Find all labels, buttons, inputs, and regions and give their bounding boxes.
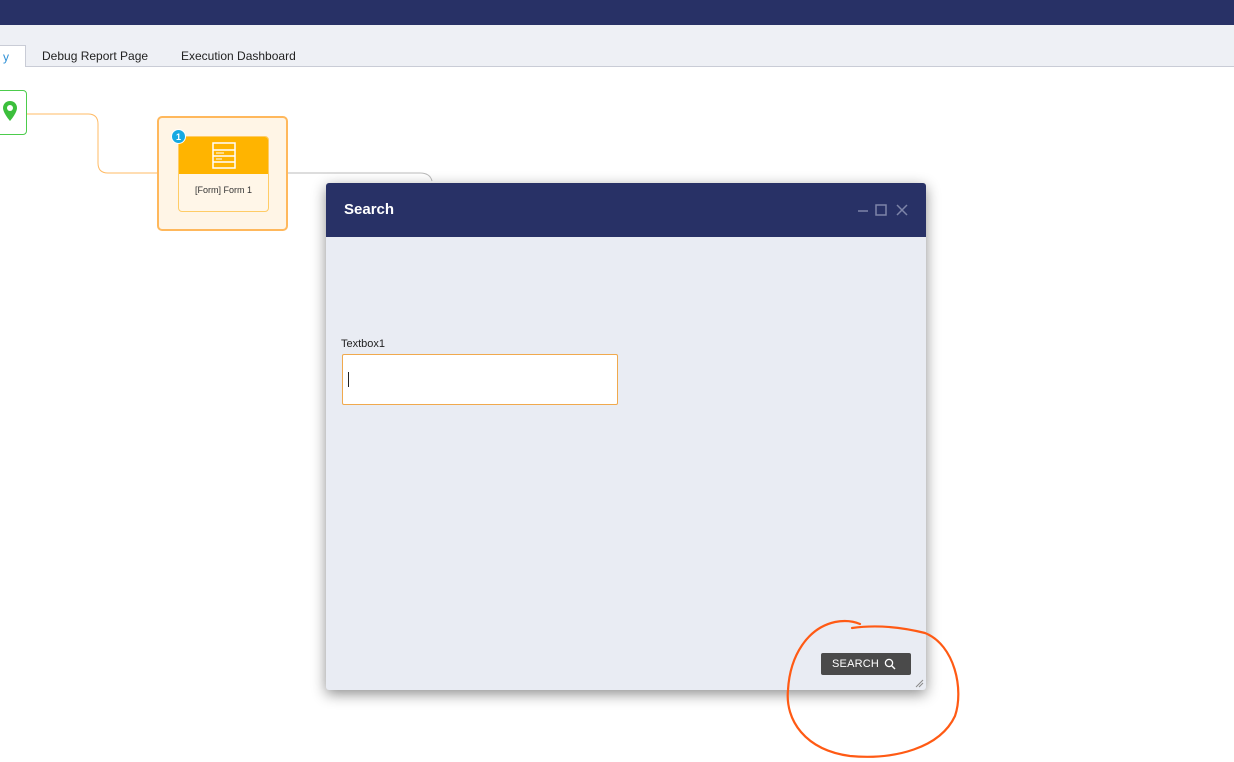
form-icon — [212, 142, 236, 169]
search-icon — [884, 658, 896, 670]
tab-debug-report-page[interactable]: Debug Report Page — [36, 45, 154, 67]
top-header-bar — [0, 0, 1234, 25]
tab-execution-dashboard[interactable]: Execution Dashboard — [175, 45, 302, 67]
resize-grip-icon[interactable] — [914, 678, 924, 688]
close-icon[interactable] — [895, 203, 909, 217]
search-button[interactable]: SEARCH — [821, 653, 911, 675]
app-root: y Debug Report Page Execution Dashboard — [0, 0, 1234, 762]
search-dialog: Search Textbox1 SEARCH — [326, 183, 926, 690]
dialog-title: Search — [344, 201, 395, 218]
textbox1-label: Textbox1 — [341, 338, 386, 350]
form-step-label: [Form] Form 1 — [194, 185, 252, 195]
search-button-label: SEARCH — [832, 658, 880, 670]
connector-start-to-form — [27, 113, 166, 174]
form-step-header — [179, 137, 268, 174]
connector-form-out — [288, 172, 433, 182]
location-pin-icon — [3, 101, 17, 121]
minimize-icon[interactable] — [856, 203, 870, 217]
text-caret — [348, 372, 349, 387]
maximize-icon[interactable] — [874, 203, 888, 217]
dialog-header[interactable]: Search — [326, 183, 926, 237]
tab-active[interactable]: y — [0, 45, 26, 68]
textbox1-input[interactable] — [342, 354, 618, 405]
tab-bar: y Debug Report Page Execution Dashboard — [0, 25, 1234, 68]
start-node[interactable] — [0, 90, 27, 135]
form-step-node[interactable]: [Form] Form 1 1 — [157, 116, 288, 231]
form-step-card[interactable]: [Form] Form 1 — [178, 136, 269, 212]
step-count-badge: 1 — [171, 129, 186, 144]
